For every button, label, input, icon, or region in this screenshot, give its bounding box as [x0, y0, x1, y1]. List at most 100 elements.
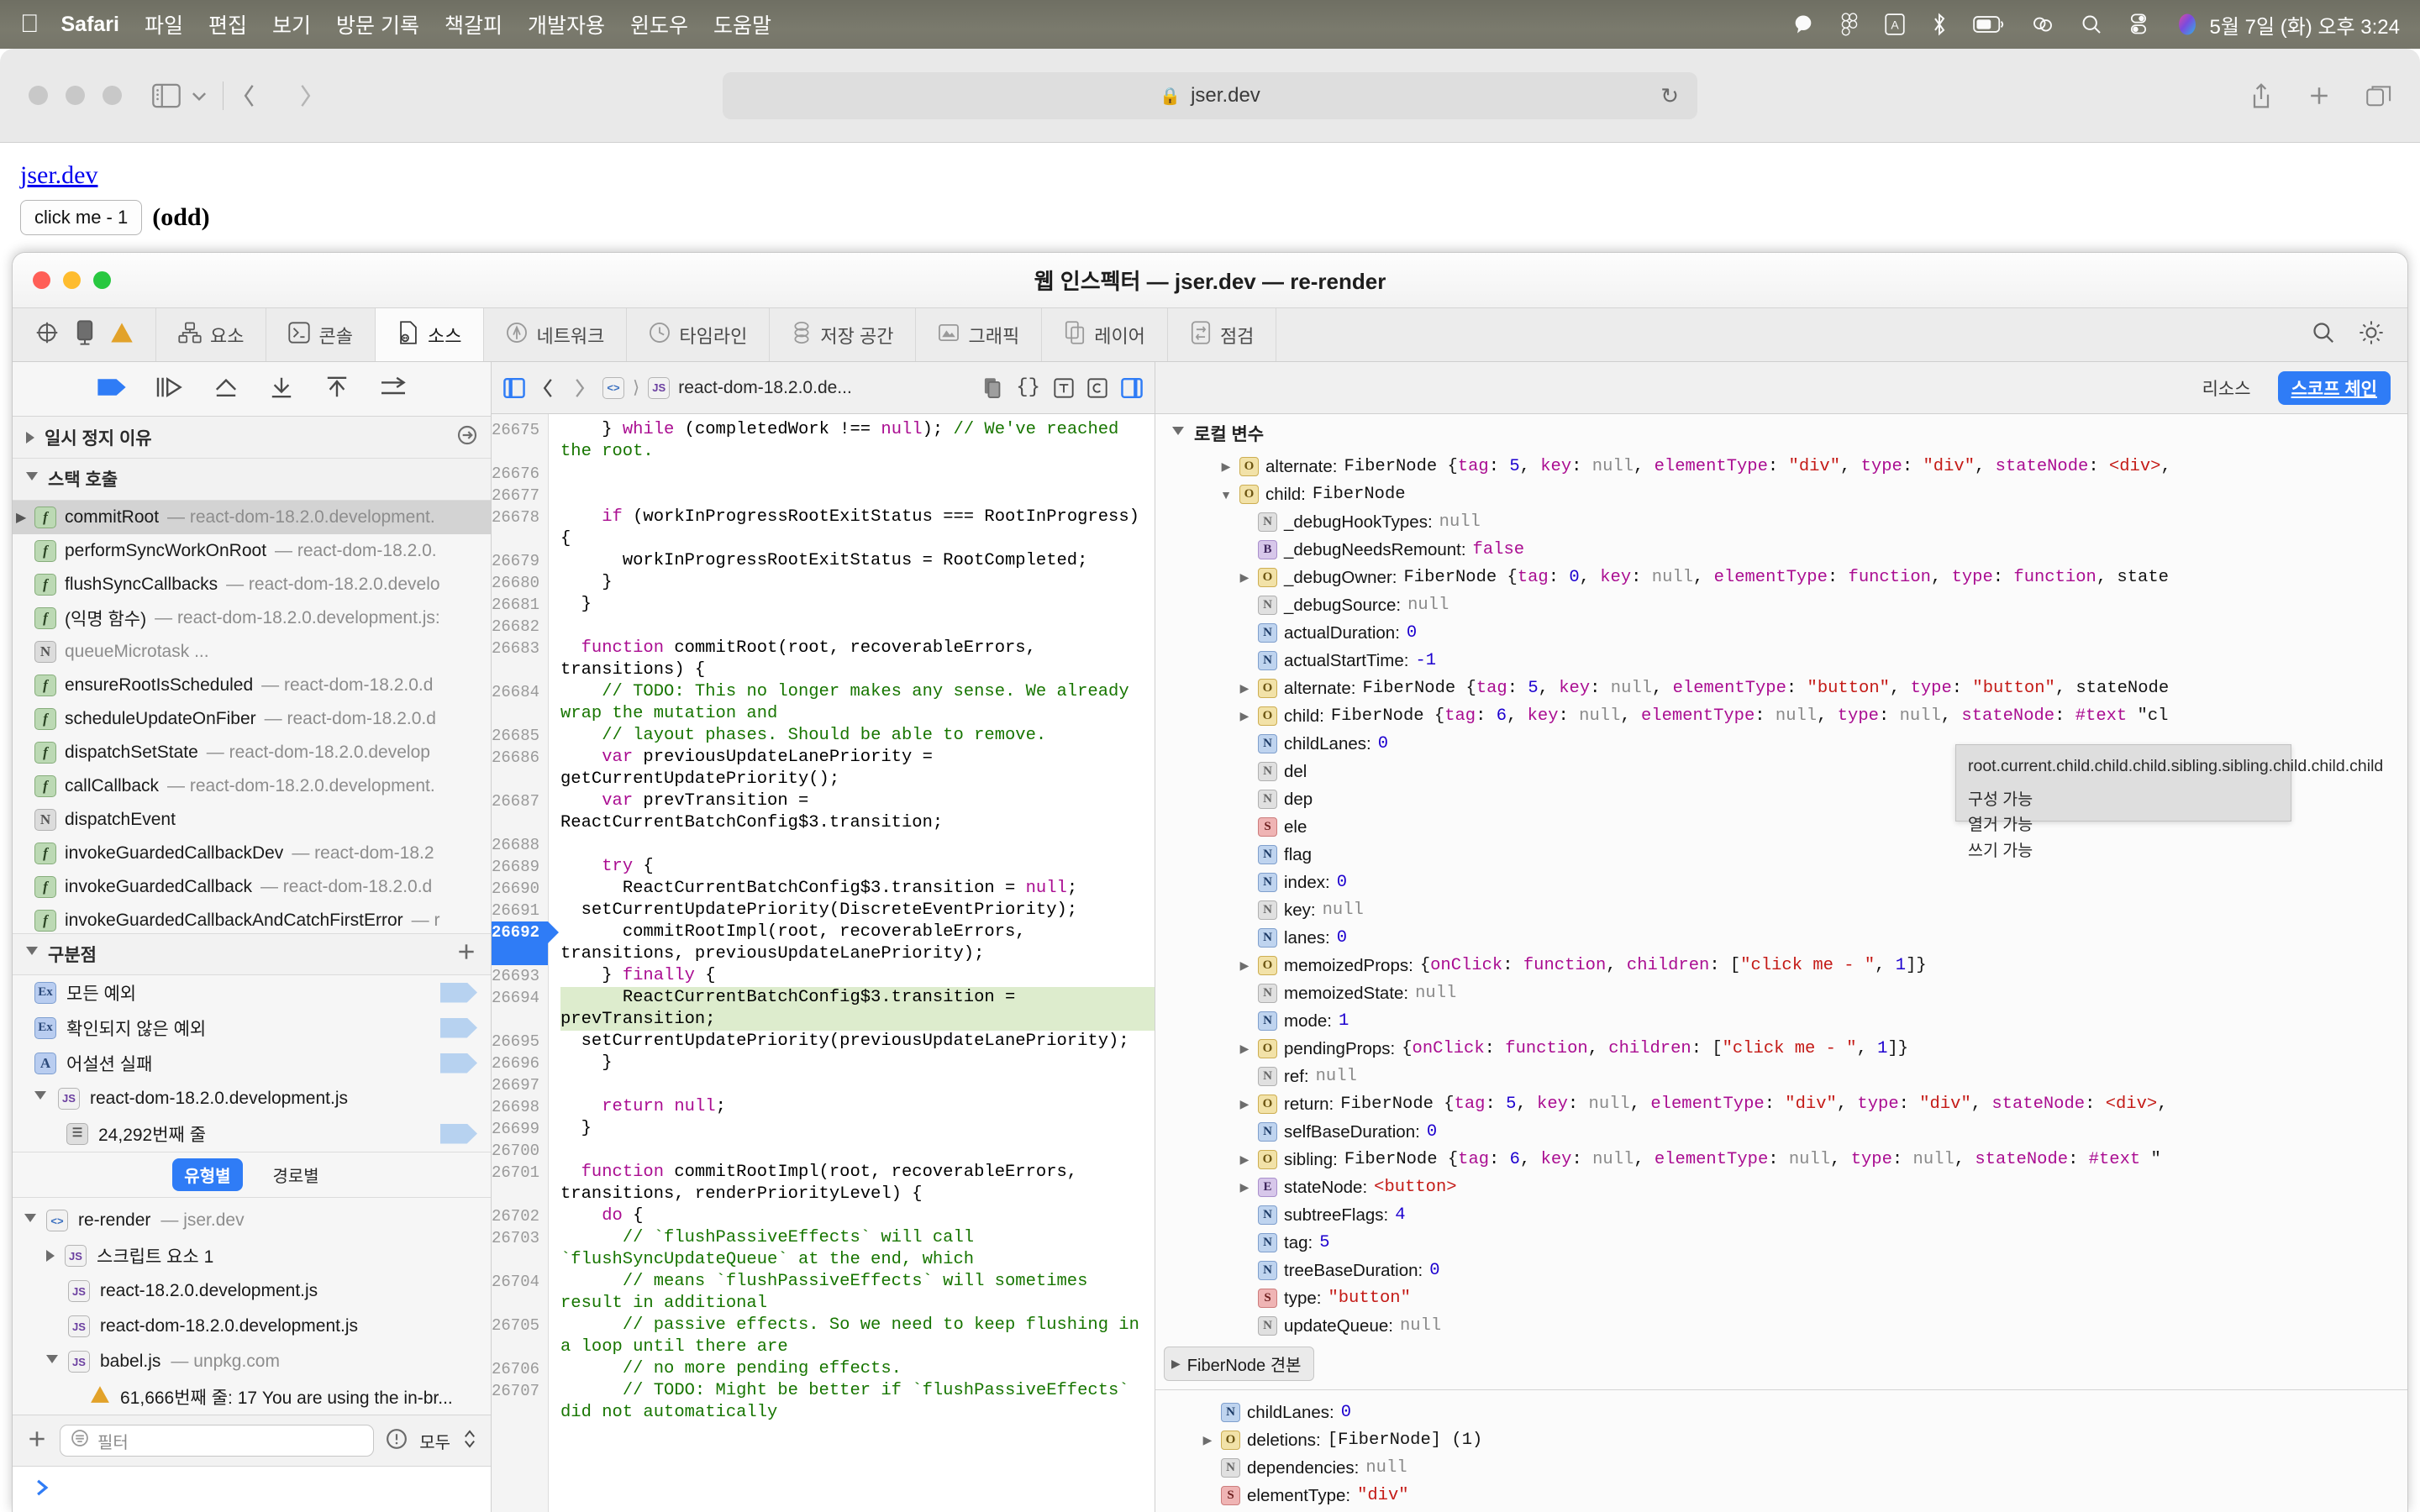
- scope-variable-row[interactable]: Ntag: 5: [1155, 1229, 2407, 1257]
- disclosure-triangle-icon[interactable]: ▶: [1219, 459, 1233, 474]
- breakpoint-toggle-pill[interactable]: [440, 1053, 477, 1074]
- address-bar[interactable]: 🔒 jser.dev ↻: [723, 72, 1697, 119]
- breakpoints-header[interactable]: 구분점: [13, 932, 491, 975]
- back-icon[interactable]: [539, 376, 557, 400]
- scope-variable-row[interactable]: ▶ Oreturn: FiberNode {tag: 5, key: null, …: [1155, 1090, 2407, 1118]
- tab-overview-icon[interactable]: [2366, 84, 2391, 108]
- menu-item-history[interactable]: 방문 기록: [336, 9, 419, 39]
- plus-icon[interactable]: [26, 1428, 48, 1454]
- step-up-icon[interactable]: [324, 375, 350, 403]
- code-line[interactable]: ReactCurrentBatchConfig$3.transition = n…: [560, 878, 1155, 900]
- resource-row[interactable]: JS react-dom-18.2.0.development.js: [13, 1309, 491, 1344]
- line-number[interactable]: 26693: [492, 965, 548, 987]
- breakpoint-row[interactable]: ☰ 24,292번째 줄: [13, 1116, 491, 1152]
- disclosure-triangle-icon[interactable]: [26, 431, 34, 444]
- line-number[interactable]: 26681: [492, 594, 548, 616]
- resource-row[interactable]: JS react-18.2.0.development.js: [13, 1273, 491, 1309]
- code-line[interactable]: }: [560, 572, 1155, 594]
- scope-variable-row[interactable]: NactualDuration: 0: [1155, 619, 2407, 647]
- code-line[interactable]: [560, 463, 1155, 485]
- line-number[interactable]: 26701: [492, 1162, 548, 1205]
- input-source-A-icon[interactable]: A: [1884, 13, 1906, 36]
- code-line[interactable]: // TODO: This no longer makes any sense.…: [560, 681, 1155, 725]
- tab-elements[interactable]: 요소: [156, 308, 267, 361]
- code-line[interactable]: }: [560, 1118, 1155, 1140]
- scope-variable-row[interactable]: ▶ Odeletions: [FiberNode] (1): [1155, 1426, 2407, 1454]
- tab-network[interactable]: 네트워크: [484, 308, 628, 361]
- minimize-button[interactable]: [66, 86, 85, 105]
- scope-variable-row[interactable]: NselfBaseDuration: 0: [1155, 1118, 2407, 1146]
- resource-row[interactable]: 61,666번째 줄: 17 You are using the in-br..…: [13, 1379, 491, 1415]
- show-type-icon[interactable]: [1054, 377, 1074, 398]
- settings-gear-icon[interactable]: [2359, 320, 2384, 350]
- tab-resources[interactable]: 리소스: [2189, 371, 2265, 405]
- code-line[interactable]: workInProgressRootExitStatus = RootCompl…: [560, 550, 1155, 572]
- line-number[interactable]: 26688: [492, 834, 548, 856]
- scope-variable-row[interactable]: Stype: "button": [1155, 1284, 2407, 1312]
- spotlight-search-icon[interactable]: [2081, 13, 2102, 36]
- code-line[interactable]: var prevTransition = ReactCurrentBatchCo…: [560, 790, 1155, 834]
- call-stack-row[interactable]: f invokeGuardedCallbackDev — react-dom-18…: [13, 837, 491, 870]
- disclosure-triangle-icon[interactable]: ▶: [1238, 1180, 1251, 1194]
- scope-variable-row[interactable]: Nindex: 0: [1155, 869, 2407, 896]
- line-number[interactable]: 26706: [492, 1358, 548, 1380]
- line-number[interactable]: 26695: [492, 1031, 548, 1053]
- share-icon[interactable]: [2250, 82, 2272, 109]
- scope-variable-row[interactable]: N _debugHookTypes: null: [1155, 508, 2407, 536]
- code-line[interactable]: commitRootImpl(root, recoverableErrors, …: [560, 921, 1155, 965]
- scope-variable-row[interactable]: NupdateQueue: null: [1155, 1312, 2407, 1340]
- scope-variable-row[interactable]: NactualStartTime: -1: [1155, 647, 2407, 675]
- copy-icon[interactable]: [982, 377, 1002, 399]
- tab-audit[interactable]: 점검: [1168, 308, 1277, 361]
- code-line[interactable]: return null;: [560, 1096, 1155, 1118]
- tab-timeline[interactable]: 타임라인: [627, 308, 771, 361]
- filter-input[interactable]: 필터: [60, 1425, 375, 1457]
- exclamation-circle-icon[interactable]: [386, 1428, 408, 1454]
- disclosure-triangle-icon[interactable]: ▶: [1238, 709, 1251, 723]
- call-stack-row[interactable]: NdispatchEvent: [13, 803, 491, 837]
- tab-sources[interactable]: 소스: [375, 308, 485, 361]
- line-number[interactable]: 26694: [492, 987, 548, 1031]
- menu-item-develop[interactable]: 개발자용: [528, 9, 605, 39]
- code-line[interactable]: var previousUpdateLanePriority = getCurr…: [560, 747, 1155, 790]
- breakpoint-row[interactable]: Ex 모든 예외: [13, 975, 491, 1011]
- line-number[interactable]: 26682: [492, 616, 548, 638]
- step-out-icon[interactable]: [268, 375, 295, 403]
- console-prompt-icon[interactable]: [31, 1477, 53, 1503]
- scope-variable-row[interactable]: NtreeBaseDuration: 0: [1155, 1257, 2407, 1284]
- tab-layers[interactable]: 레이어: [1042, 308, 1168, 361]
- code-line[interactable]: setCurrentUpdatePriority(previousUpdateL…: [560, 1031, 1155, 1053]
- line-number[interactable]: 26685: [492, 725, 548, 747]
- breakpoint-toggle-pill[interactable]: [440, 982, 477, 1003]
- show-details-sidebar-icon[interactable]: [1121, 377, 1143, 399]
- breakpoint-row[interactable]: Ex 확인되지 않은 예외: [13, 1011, 491, 1046]
- call-stack-row[interactable]: NqueueMicrotask ...: [13, 635, 491, 669]
- menu-item-safari[interactable]: Safari: [61, 13, 119, 37]
- bluetooth-icon[interactable]: [1931, 12, 1948, 37]
- line-number[interactable]: 26683: [492, 638, 548, 681]
- breakpoint-toggle-pill[interactable]: [440, 1017, 477, 1038]
- apple-logo-icon[interactable]: : [20, 12, 39, 37]
- code-lines[interactable]: } while (completedWork !== null); // We'…: [549, 414, 1155, 1512]
- code-line[interactable]: [560, 616, 1155, 638]
- code-line[interactable]: setCurrentUpdatePriority(DiscreteEventPr…: [560, 900, 1155, 921]
- forward-icon[interactable]: [571, 376, 589, 400]
- scope-variable-row[interactable]: SelementType: "div": [1155, 1482, 2407, 1509]
- call-stack-row[interactable]: f ensureRootIsScheduled — react-dom-18.2.…: [13, 669, 491, 702]
- call-stack-row[interactable]: f invokeGuardedCallbackAndCatchFirstError…: [13, 904, 491, 933]
- disclosure-triangle-down-icon[interactable]: ▼: [1219, 488, 1233, 501]
- line-number[interactable]: 26698: [492, 1096, 548, 1118]
- tab-graphics[interactable]: 그래픽: [916, 308, 1043, 361]
- disclosure-triangle-down-icon[interactable]: [46, 1354, 58, 1369]
- line-number[interactable]: 26702: [492, 1205, 548, 1227]
- back-chevron-icon[interactable]: [239, 81, 260, 110]
- code-editor[interactable]: 26675 26676 26677 26678 26679 26680 26681 26682…: [492, 414, 1155, 1512]
- scope-variable-row[interactable]: ▶ Oalternate: FiberNode {tag: 5, key: nul…: [1155, 453, 2407, 480]
- resource-row[interactable]: JS 스크립트 요소 1: [13, 1238, 491, 1273]
- call-stack-row[interactable]: f invokeGuardedCallback — react-dom-18.2.…: [13, 870, 491, 904]
- scope-variable-row[interactable]: ▼ Ochild: FiberNode: [1155, 480, 2407, 508]
- fibernode-sample-button[interactable]: ▶ FiberNode 견본: [1164, 1347, 1314, 1381]
- line-number[interactable]: 26696: [492, 1053, 548, 1074]
- line-number[interactable]: 26691: [492, 900, 548, 921]
- call-stack-row[interactable]: f scheduleUpdateOnFiber — react-dom-18.2.…: [13, 702, 491, 736]
